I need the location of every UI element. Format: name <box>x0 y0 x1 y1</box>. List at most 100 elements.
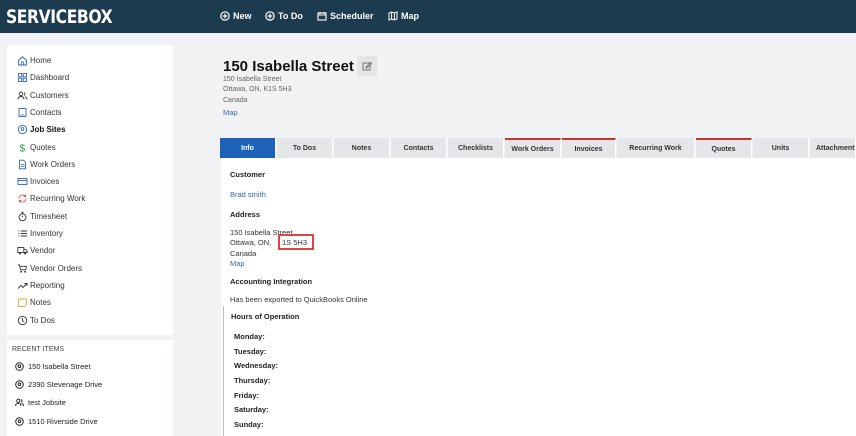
plus-circle-icon <box>220 11 230 21</box>
sidebar-item-timesheet[interactable]: Timesheet <box>17 209 67 223</box>
sidebar-item-label: Recurring Work <box>30 193 86 203</box>
tab-work-orders[interactable]: Work Orders <box>505 138 561 158</box>
sidebar-item-label: Customers <box>30 90 69 100</box>
sidebar-item-recurring-work[interactable]: Recurring Work <box>17 191 85 205</box>
recurring-icon <box>17 193 28 204</box>
edit-button[interactable] <box>357 56 377 76</box>
tab-quotes[interactable]: Quotes <box>696 138 752 158</box>
dollar-icon: $ <box>17 142 28 153</box>
hours-heading: Hours of Operation <box>231 312 300 321</box>
todo-button[interactable]: To Do <box>265 11 303 21</box>
address-heading: Address <box>230 210 261 219</box>
sidebar-item-inventory[interactable]: Inventory <box>17 226 63 240</box>
tab-checklists[interactable]: Checklists <box>448 138 504 158</box>
todo-label: To Do <box>278 11 303 21</box>
tab-units[interactable]: Units <box>753 138 809 158</box>
scheduler-button[interactable]: Scheduler <box>317 11 374 21</box>
map-button[interactable]: Map <box>388 11 419 21</box>
tab-attachments[interactable]: Attachments <box>810 138 856 158</box>
calendar-icon <box>317 12 327 21</box>
tab-notes[interactable]: Notes <box>334 138 390 158</box>
highlight-box <box>278 234 314 250</box>
hours-divider <box>223 306 224 436</box>
new-label: New <box>233 11 252 21</box>
sidebar-item-vendor[interactable]: Vendor <box>17 243 55 257</box>
header-map-link[interactable]: Map <box>223 108 238 117</box>
accounting-heading: Accounting Integration <box>230 277 313 286</box>
sidebar-item-reporting[interactable]: Reporting <box>17 278 65 292</box>
sidebar-item-dashboard[interactable]: Dashboard <box>17 70 69 84</box>
scheduler-label: Scheduler <box>330 11 374 21</box>
tab-contacts[interactable]: Contacts <box>391 138 447 158</box>
sidebar-item-label: Vendor Orders <box>30 263 83 273</box>
sidebar-item-invoices[interactable]: Invoices <box>17 174 59 188</box>
sidebar-item-label: Vendor <box>30 245 56 255</box>
recent-item[interactable]: test Jobsite <box>15 398 66 407</box>
sidebar-item-label: Invoices <box>30 176 60 186</box>
tab-invoices[interactable]: Invoices <box>562 138 616 158</box>
day-thursday: Thursday: <box>234 376 271 385</box>
day-tuesday: Tuesday: <box>234 347 267 356</box>
sidebar-item-notes[interactable]: Notes <box>17 295 51 309</box>
map-icon <box>388 11 398 21</box>
customers-icon <box>17 90 28 101</box>
sidebar-item-label: Home <box>30 55 52 65</box>
sidebar-item-customers[interactable]: Customers <box>17 88 69 102</box>
sidebar-item-label: Inventory <box>30 228 63 238</box>
header-address-country: Canada <box>223 97 248 104</box>
svg-text:$: $ <box>20 143 26 153</box>
sidebar-item-quotes[interactable]: $ Quotes <box>17 140 56 154</box>
sidebar-item-label: Contacts <box>30 107 62 117</box>
new-button[interactable]: New <box>220 11 252 21</box>
recent-item-label: test Jobsite <box>28 398 66 407</box>
sidebar-item-label: Notes <box>30 297 51 307</box>
recent-item-label: 1510 Riverside Drive <box>28 417 98 426</box>
plus-circle-icon <box>265 11 275 21</box>
day-wednesday: Wednesday: <box>234 361 279 370</box>
day-sunday: Sunday: <box>234 420 264 429</box>
sidebar-item-work-orders[interactable]: Work Orders <box>17 157 75 171</box>
recent-items-title: RECENT ITEMS <box>12 346 64 353</box>
recent-item[interactable]: 150 Isabella Street <box>15 362 91 371</box>
sidebar: Home Dashboard Customers Contacts Job Si… <box>7 45 173 335</box>
address-map-link[interactable]: Map <box>230 259 245 268</box>
list-icon <box>17 228 28 239</box>
location-pin-icon <box>15 380 24 389</box>
sidebar-item-job-sites[interactable]: Job Sites <box>17 122 66 136</box>
recent-items-panel: RECENT ITEMS 150 Isabella Street 2390 St… <box>7 340 173 436</box>
address-country: Canada <box>230 249 257 258</box>
recent-item-label: 2390 Stevenage Drive <box>28 380 103 389</box>
document-icon <box>17 159 28 170</box>
day-friday: Friday: <box>234 391 260 400</box>
pencil-icon <box>362 61 372 71</box>
tab-info[interactable]: Info <box>220 138 276 158</box>
day-saturday: Saturday: <box>234 405 269 414</box>
app-logo[interactable]: SERVICEBOX <box>6 6 113 28</box>
location-pin-icon <box>17 124 28 135</box>
sidebar-item-label: To Dos <box>30 315 55 325</box>
tab-to-dos[interactable]: To Dos <box>277 138 333 158</box>
customers-icon <box>15 398 24 407</box>
customer-link[interactable]: Brad smith <box>230 190 266 199</box>
map-label: Map <box>401 11 419 21</box>
location-pin-icon <box>15 362 24 371</box>
sidebar-item-vendor-orders[interactable]: Vendor Orders <box>17 261 82 275</box>
page-title: 150 Isabella Street <box>223 58 354 75</box>
sidebar-item-label: Reporting <box>30 280 65 290</box>
sidebar-item-home[interactable]: Home <box>17 53 51 67</box>
contacts-icon <box>17 107 28 118</box>
trend-icon <box>17 280 28 291</box>
customer-heading: Customer <box>230 170 266 179</box>
recent-item[interactable]: 2390 Stevenage Drive <box>15 380 102 389</box>
stopwatch-icon <box>17 211 28 222</box>
accounting-status: Has been exported to QuickBooks Online <box>230 295 368 304</box>
sidebar-item-label: Work Orders <box>30 159 76 169</box>
top-bar: SERVICEBOX New To Do Scheduler Map <box>0 0 856 33</box>
sidebar-item-contacts[interactable]: Contacts <box>17 105 62 119</box>
sidebar-item-label: Timesheet <box>30 211 68 221</box>
sidebar-item-label: Quotes <box>30 142 56 152</box>
header-address-street: 150 Isabella Street <box>223 76 282 83</box>
sidebar-item-to-dos[interactable]: To Dos <box>17 313 55 327</box>
tab-recurring-work[interactable]: Recurring Work <box>617 138 695 158</box>
recent-item[interactable]: 1510 Riverside Drive <box>15 417 98 426</box>
